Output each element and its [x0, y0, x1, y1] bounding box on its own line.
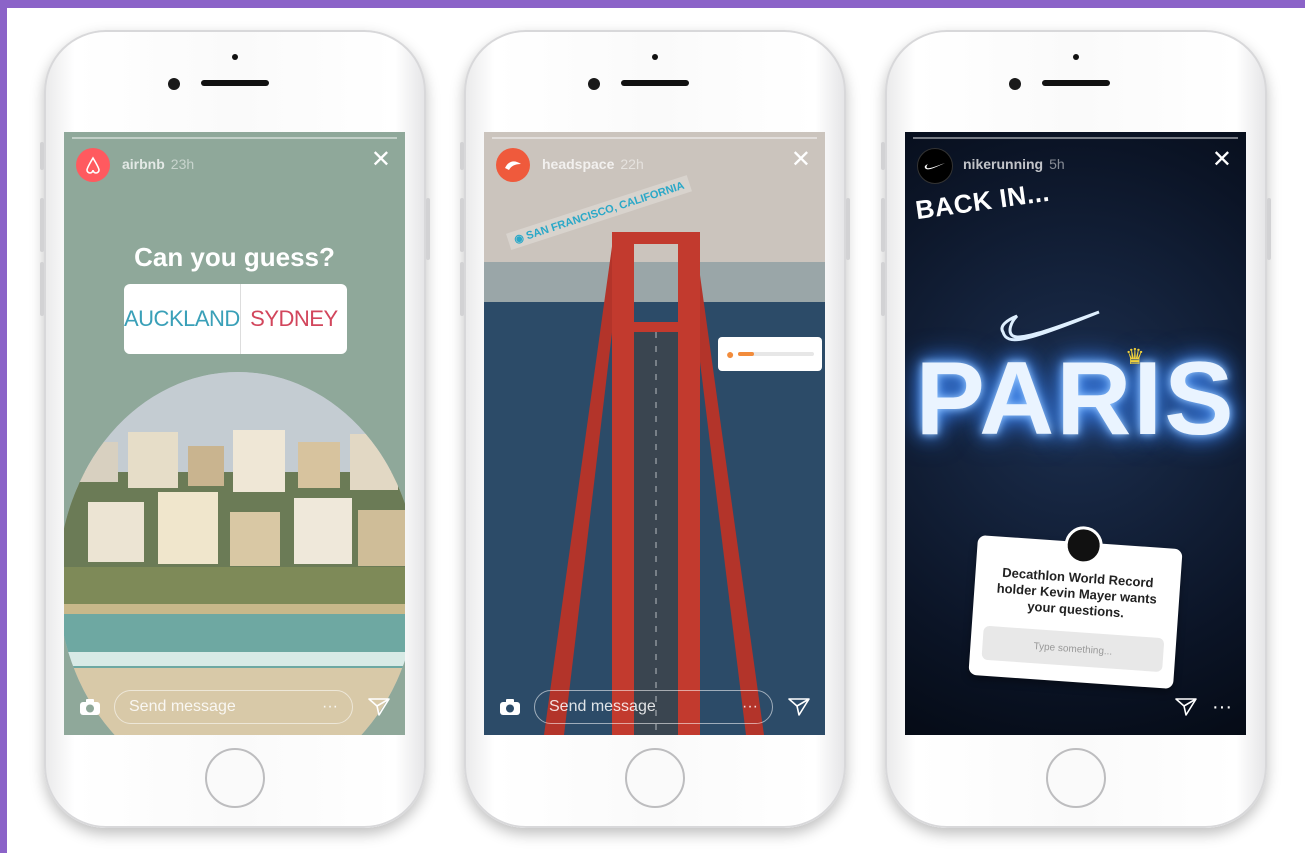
question-input[interactable]: Type something... — [981, 625, 1165, 673]
mute-switch — [460, 142, 464, 170]
headspace-logo-icon — [505, 161, 521, 170]
send-message-placeholder: Send message — [129, 698, 236, 715]
earpiece — [1042, 80, 1110, 86]
front-camera — [168, 78, 180, 90]
mute-switch — [40, 142, 44, 170]
frame-border-top — [0, 0, 1305, 8]
send-message-placeholder: Send message — [549, 698, 656, 715]
more-dots-icon[interactable]: ··· — [1212, 696, 1232, 719]
slider-track[interactable] — [738, 352, 814, 356]
poll-option-sydney[interactable]: SYDNEY — [241, 284, 347, 354]
story-screen-airbnb[interactable]: airbnb 23h ✕ Can you guess? AUCKLAND SYDN… — [64, 132, 405, 735]
sydney-beach-illustration — [64, 372, 405, 735]
direct-send-icon[interactable] — [787, 696, 811, 718]
story-author[interactable]: headspace 22h — [542, 156, 644, 172]
username[interactable]: headspace — [542, 156, 614, 172]
camera-icon[interactable] — [498, 696, 522, 718]
front-camera — [588, 78, 600, 90]
story-progress-bar — [913, 137, 1238, 139]
story-screen-headspace[interactable]: headspace 22h ✕ ◉ SAN FRANCISCO, CALIFORN… — [484, 132, 825, 735]
front-camera — [1009, 78, 1021, 90]
volume-up — [40, 198, 44, 252]
send-message-input[interactable]: Send message ··· — [114, 690, 353, 724]
volume-up — [460, 198, 464, 252]
frame-border-left — [0, 0, 7, 853]
airbnb-logo-icon — [86, 156, 100, 174]
poll-question: Can you guess? — [134, 242, 335, 272]
slider-emoji-icon: ● — [726, 346, 735, 362]
earpiece — [201, 80, 269, 86]
sticker-avatar — [1062, 525, 1104, 566]
question-prompt: Decathlon World Record holder Kevin Maye… — [996, 564, 1158, 621]
volume-down — [881, 262, 885, 316]
direct-send-icon[interactable] — [367, 696, 391, 718]
volume-up — [881, 198, 885, 252]
neon-paris-text: PARIS — [915, 341, 1236, 457]
post-time: 23h — [170, 156, 195, 172]
story-author[interactable]: nikerunning 5h — [963, 156, 1065, 172]
home-button[interactable] — [625, 748, 685, 808]
story-screen-nike[interactable]: nikerunning 5h ✕ BACK IN... PARIS ♛ Decat… — [905, 132, 1246, 735]
story-progress-bar — [492, 137, 817, 139]
close-icon[interactable]: ✕ — [791, 148, 811, 172]
more-dots-icon[interactable]: ··· — [322, 698, 338, 716]
poll-option-auckland[interactable]: AUCKLAND — [124, 284, 241, 354]
username[interactable]: nikerunning — [963, 156, 1043, 172]
more-dots-icon[interactable]: ··· — [742, 698, 758, 716]
close-icon[interactable]: ✕ — [371, 148, 391, 172]
send-message-input[interactable]: Send message ··· — [534, 690, 773, 724]
nike-swoosh-icon — [924, 163, 945, 170]
phone-1: airbnb 23h ✕ Can you guess? AUCKLAND SYDN… — [40, 30, 430, 828]
avatar[interactable] — [496, 148, 530, 182]
direct-send-icon[interactable] — [1174, 696, 1198, 718]
golden-gate-bridge-photo — [484, 132, 825, 735]
power-button — [846, 198, 850, 260]
post-time: 5h — [1049, 156, 1065, 172]
proximity-sensor — [232, 54, 238, 60]
question-sticker[interactable]: Decathlon World Record holder Kevin Maye… — [968, 525, 1183, 689]
camera-icon[interactable] — [78, 696, 102, 718]
earpiece — [621, 80, 689, 86]
headline-text: BACK IN... — [913, 176, 1052, 226]
avatar[interactable] — [917, 148, 953, 184]
story-author[interactable]: airbnb 23h — [122, 156, 194, 172]
mute-switch — [881, 142, 885, 170]
post-time: 22h — [620, 156, 644, 172]
home-button[interactable] — [1046, 748, 1106, 808]
home-button[interactable] — [205, 748, 265, 808]
power-button — [426, 198, 430, 260]
proximity-sensor — [652, 54, 658, 60]
poll-sticker: AUCKLAND SYDNEY — [124, 284, 347, 354]
emoji-slider-sticker[interactable]: ● — [718, 337, 822, 371]
reply-bar: Send message ··· — [498, 689, 811, 725]
story-progress-bar — [72, 137, 397, 139]
phone-3: nikerunning 5h ✕ BACK IN... PARIS ♛ Decat… — [881, 30, 1271, 828]
close-icon[interactable]: ✕ — [1212, 148, 1232, 172]
reply-bar: ··· — [919, 689, 1232, 725]
proximity-sensor — [1073, 54, 1079, 60]
volume-down — [460, 262, 464, 316]
crown-icon: ♛ — [1125, 344, 1145, 369]
reply-bar: Send message ··· — [78, 689, 391, 725]
username[interactable]: airbnb — [122, 156, 165, 172]
phone-2: headspace 22h ✕ ◉ SAN FRANCISCO, CALIFORN… — [460, 30, 850, 828]
avatar[interactable] — [76, 148, 110, 182]
power-button — [1267, 198, 1271, 260]
beach-town-photo — [64, 372, 405, 735]
volume-down — [40, 262, 44, 316]
slider-fill — [738, 352, 754, 356]
